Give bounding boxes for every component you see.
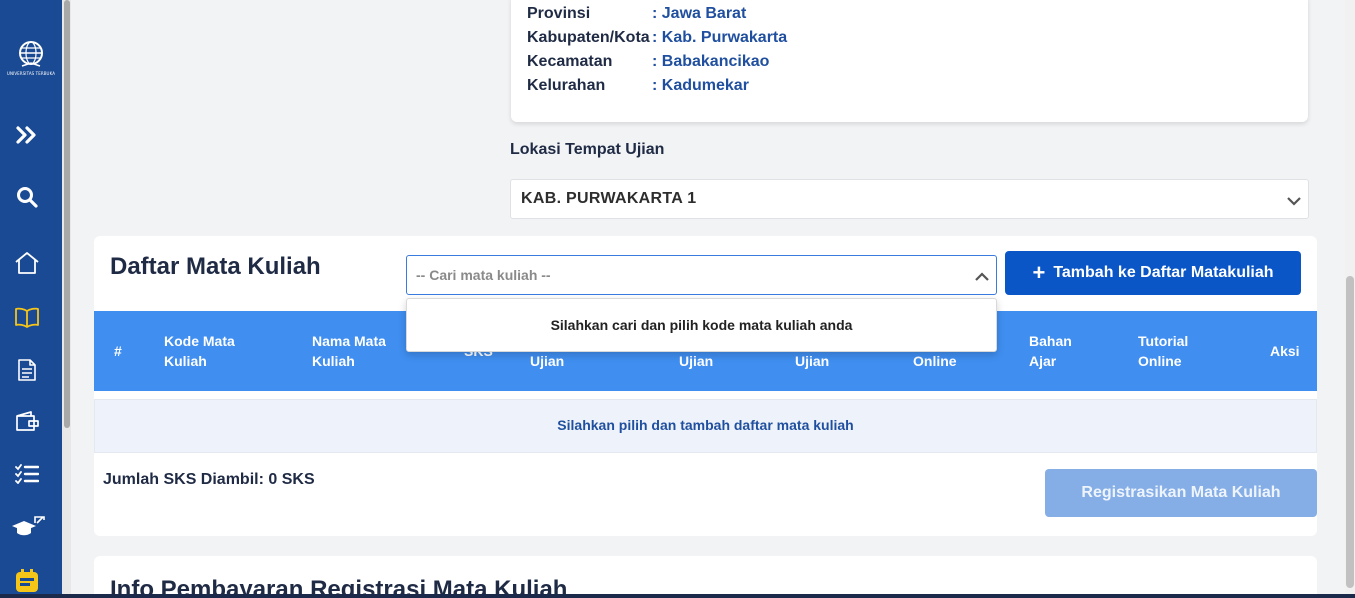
col-tutorial-line1: Tutorial (1138, 333, 1189, 349)
checklist-icon[interactable] (13, 460, 41, 488)
info-pembayaran-card: Info Pembayaran Registrasi Mata Kuliah (94, 556, 1317, 598)
dropdown-message: Silahkan cari dan pilih kode mata kuliah… (550, 317, 853, 333)
bottom-bar (0, 594, 1355, 598)
plus-icon: + (1032, 260, 1046, 285)
logo-text: UNIVERSITAS TERBUKA (6, 71, 56, 76)
mata-kuliah-search[interactable] (406, 255, 997, 295)
sidebar: UNIVERSITAS TERBUKA (0, 0, 62, 598)
address-key: Kabupaten/Kota (527, 29, 650, 46)
university-logo[interactable]: UNIVERSITAS TERBUKA (4, 40, 58, 86)
search-icon[interactable] (13, 183, 41, 211)
document-icon[interactable] (13, 356, 41, 384)
col-aksi: Aksi (1270, 343, 1300, 359)
empty-message: Silahkan pilih dan tambah daftar mata ku… (557, 417, 854, 433)
col-ujian-c: Ujian (795, 353, 830, 369)
expand-chevrons-icon[interactable] (13, 121, 41, 149)
sidebar-scrollbar-thumb[interactable] (64, 0, 70, 428)
col-kode-line2: Kuliah (164, 353, 207, 369)
lokasi-select[interactable]: KAB. PURWAKARTA 1 (510, 179, 1309, 219)
register-button[interactable]: Registrasikan Mata Kuliah (1045, 469, 1317, 517)
address-key: Provinsi (527, 5, 591, 22)
col-nama-line2: Kuliah (312, 353, 355, 369)
search-dropdown-popup: Silahkan cari dan pilih kode mata kuliah… (406, 298, 997, 352)
register-button-label: Registrasikan Mata Kuliah (1081, 484, 1281, 501)
mata-kuliah-search-input[interactable] (416, 265, 956, 285)
calendar-icon[interactable] (13, 566, 41, 594)
address-value: : Kadumekar (652, 77, 749, 94)
col-nama-line1: Nama Mata (312, 333, 386, 349)
col-number: # (114, 343, 122, 359)
add-to-list-button[interactable]: + Tambah ke Daftar Matakuliah (1005, 251, 1301, 295)
page-scrollbar-thumb[interactable] (1346, 276, 1354, 588)
address-value: : Jawa Barat (652, 5, 747, 22)
col-bahan-line1: Bahan (1029, 333, 1072, 349)
wallet-icon[interactable] (13, 408, 41, 436)
col-bahan-line2: Ajar (1029, 353, 1057, 369)
address-card: Provinsi : Jawa Barat Kabupaten/Kota : K… (511, 0, 1308, 122)
add-to-list-label: Tambah ke Daftar Matakuliah (1053, 264, 1274, 281)
col-tutorial-line2: Online (1138, 353, 1182, 369)
col-ujian-b: Ujian (679, 353, 714, 369)
graduation-cap-external-icon[interactable] (10, 512, 48, 540)
chevron-down-icon (1286, 192, 1302, 211)
chevron-up-icon[interactable] (974, 268, 990, 287)
lokasi-label: Lokasi Tempat Ujian (510, 141, 665, 158)
globe-logo-icon (19, 41, 43, 67)
home-icon[interactable] (13, 249, 41, 277)
address-key: Kecamatan (527, 53, 613, 70)
col-ujian-a: Ujian (530, 353, 565, 369)
address-value: : Kab. Purwakarta (652, 29, 788, 46)
table-empty-row: Silahkan pilih dan tambah daftar mata ku… (94, 399, 1317, 453)
mata-kuliah-title: Daftar Mata Kuliah (110, 253, 321, 280)
address-value: : Babakancikao (652, 53, 770, 70)
book-icon[interactable] (13, 303, 41, 331)
lokasi-selected-value: KAB. PURWAKARTA 1 (521, 190, 697, 207)
sks-total: Jumlah SKS Diambil: 0 SKS (103, 471, 315, 488)
col-kode-line1: Kode Mata (164, 333, 235, 349)
address-key: Kelurahan (527, 77, 606, 94)
col-online: Online (913, 353, 957, 369)
